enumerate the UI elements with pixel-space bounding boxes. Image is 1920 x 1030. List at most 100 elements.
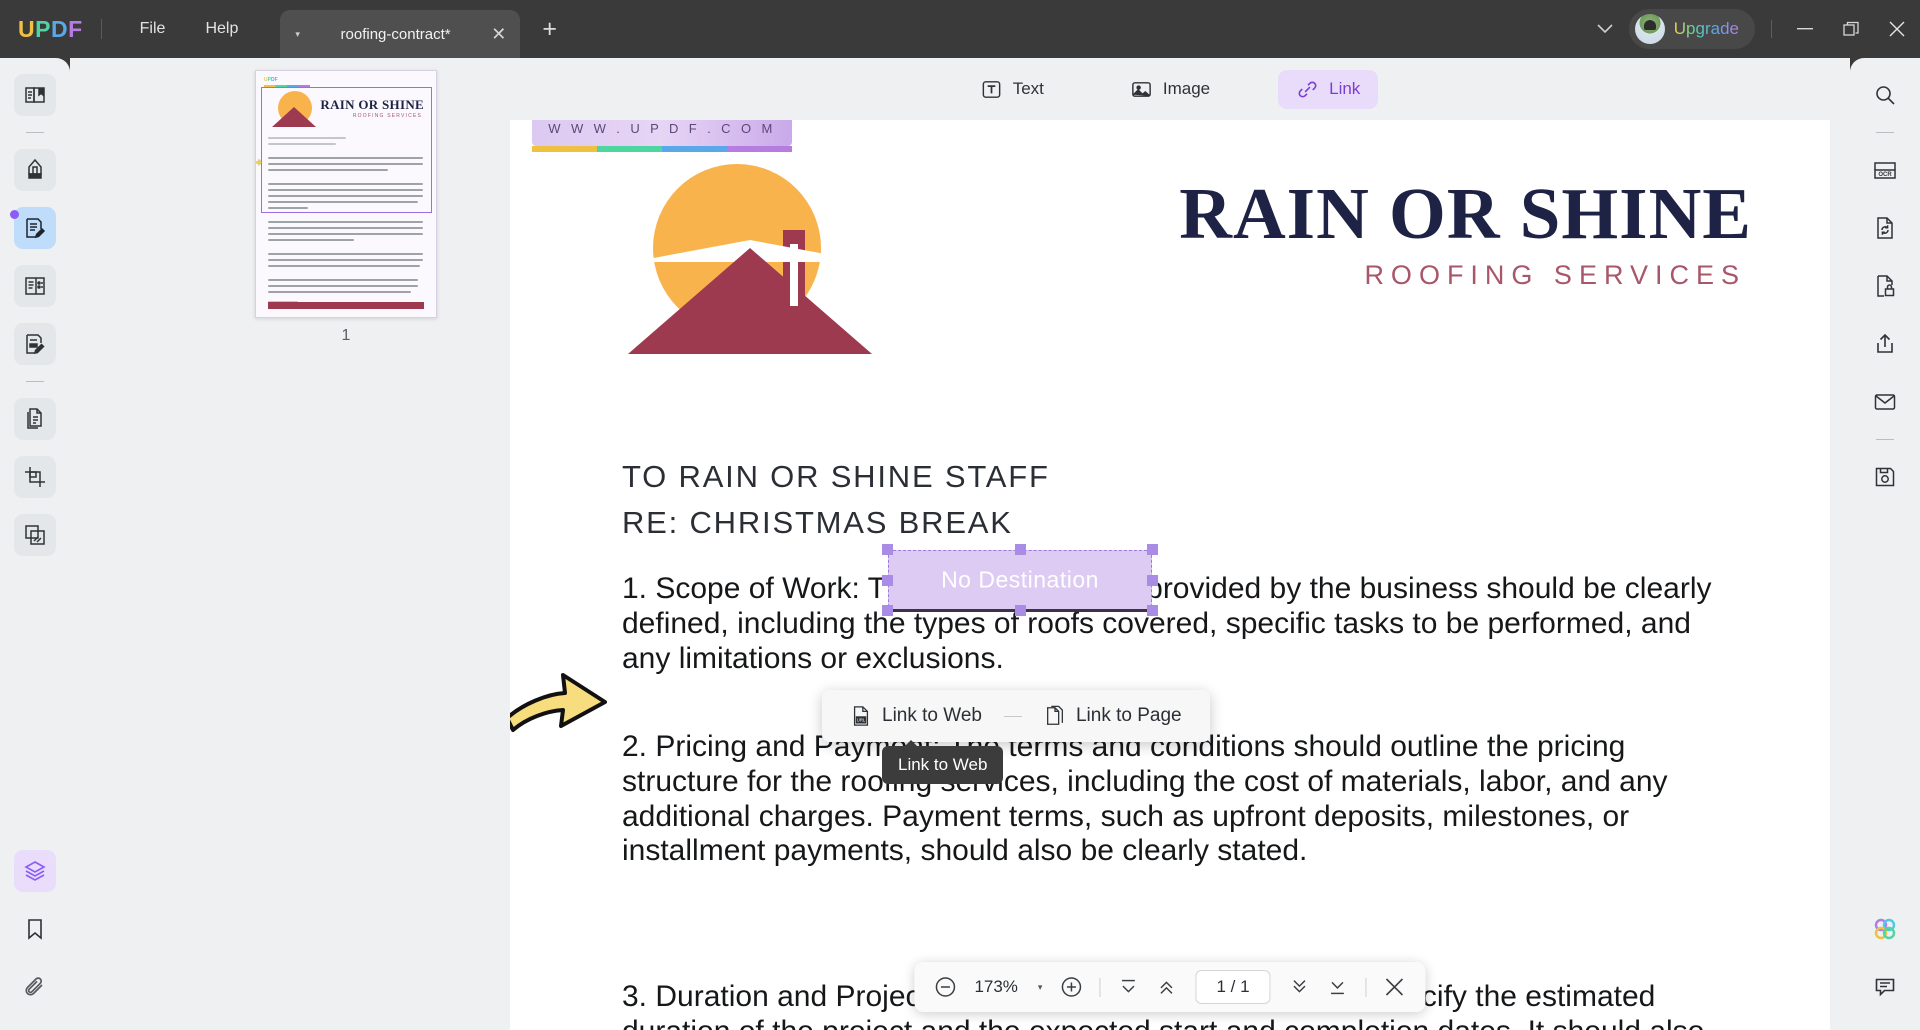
- sidebar-item-annotate[interactable]: [14, 149, 56, 191]
- chevron-down-icon[interactable]: [1581, 24, 1629, 34]
- sidebar-item-bookmarks[interactable]: [14, 908, 56, 950]
- titlebar-right-group: Upgrade: [1581, 0, 1920, 58]
- brand-title: RAIN OR SHINE: [1179, 173, 1752, 254]
- zoom-in-button[interactable]: [1054, 970, 1088, 1004]
- window-close-button[interactable]: [1874, 0, 1920, 58]
- tab-link[interactable]: Link: [1278, 69, 1379, 109]
- link-context-menu: URL Link to Web Link to Page: [822, 690, 1210, 742]
- right-toolbar: OCR: [1850, 58, 1920, 1030]
- page-thumbnail[interactable]: UPDF RAIN OR SHINE ROOFING SERVICES: [255, 70, 437, 318]
- resize-handle-bottom-right[interactable]: [1147, 605, 1158, 616]
- brand-subtitle: ROOFING SERVICES: [1364, 260, 1746, 290]
- menu-divider: [1003, 715, 1022, 717]
- link-to-web-button[interactable]: URL Link to Web: [838, 699, 994, 733]
- svg-text:OCR: OCR: [1878, 172, 1892, 178]
- document-tab[interactable]: ▾ roofing-contract* ✕: [280, 10, 521, 58]
- resize-handle-top-right[interactable]: [1147, 544, 1158, 555]
- tab-image[interactable]: Image: [1112, 70, 1228, 109]
- sidebar-item-fill-sign[interactable]: [14, 323, 56, 365]
- sidebar-item-crop[interactable]: [14, 456, 56, 498]
- arrow-annotation[interactable]: [510, 660, 610, 738]
- thumbnail-arrow-annotation: ➞: [256, 153, 263, 171]
- thumbnail-text-line: [268, 265, 420, 268]
- last-page-button[interactable]: [1321, 970, 1355, 1004]
- resize-handle-top-left[interactable]: [882, 544, 893, 555]
- link-destination-label: No Destination: [941, 566, 1099, 593]
- thumbnail-logo: UPDF: [264, 77, 278, 83]
- logo-letter-f: F: [68, 15, 83, 42]
- tool-share[interactable]: [1864, 323, 1906, 365]
- tab-text[interactable]: Text: [962, 70, 1062, 109]
- thumbnail-text-line: [268, 137, 346, 140]
- thumbnail-text-line: [268, 285, 418, 288]
- resize-handle-bottom-center[interactable]: [1015, 605, 1026, 616]
- page-indicator-input[interactable]: 1 / 1: [1195, 970, 1271, 1004]
- sidebar-item-compare[interactable]: [14, 514, 56, 556]
- sidebar-item-organize-pages[interactable]: [14, 398, 56, 440]
- tab-link-label: Link: [1329, 79, 1361, 98]
- chevron-down-icon[interactable]: ▾: [1030, 982, 1051, 993]
- tool-convert[interactable]: [1864, 207, 1906, 249]
- thumbnail-page-number: 1: [341, 327, 351, 344]
- thumbnail-text-line: [268, 195, 423, 198]
- close-icon[interactable]: ✕: [491, 24, 506, 45]
- title-bar: U P D F File Help ▾ roofing-contract* ✕ …: [0, 0, 1920, 58]
- thumbnail-footer-bar: [268, 302, 424, 309]
- logo-letter-u: U: [18, 15, 36, 42]
- menu-help[interactable]: Help: [185, 14, 258, 44]
- menu-file[interactable]: File: [120, 14, 186, 44]
- close-zoombar-button[interactable]: [1378, 970, 1412, 1004]
- zoom-level-label[interactable]: 173%: [966, 977, 1025, 997]
- tool-search[interactable]: [1864, 74, 1906, 116]
- resize-handle-bottom-left[interactable]: [882, 605, 893, 616]
- next-page-button[interactable]: [1283, 970, 1317, 1004]
- sidebar-item-reader[interactable]: [14, 74, 56, 116]
- resize-handle-middle-right[interactable]: [1147, 575, 1158, 586]
- minimize-button[interactable]: [1782, 0, 1828, 58]
- thumbnail-text-line: [268, 259, 423, 262]
- link-to-page-button[interactable]: Link to Page: [1032, 699, 1194, 733]
- zoombar-divider: [1099, 977, 1101, 997]
- link-to-page-label: Link to Page: [1075, 705, 1182, 726]
- thumbnail-text-line: [268, 163, 423, 166]
- tool-protect[interactable]: [1864, 265, 1906, 307]
- thumbnail-roof-icon: [272, 107, 316, 127]
- tool-save[interactable]: [1864, 456, 1906, 498]
- thumbnail-item[interactable]: UPDF RAIN OR SHINE ROOFING SERVICES 1: [255, 70, 437, 345]
- sidebar-item-layers[interactable]: [14, 850, 56, 892]
- maximize-button[interactable]: [1828, 0, 1874, 58]
- app-body: UPDF RAIN OR SHINE ROOFING SERVICES 1 Te…: [0, 58, 1920, 1030]
- document-heading: TO RAIN OR SHINE STAFF RE: CHRISTMAS BRE…: [622, 454, 1050, 546]
- image-icon: [1130, 78, 1153, 101]
- toolbar-divider: [1876, 132, 1894, 133]
- sidebar-collapse-handle[interactable]: [10, 210, 19, 219]
- zoom-out-button[interactable]: [928, 970, 962, 1004]
- sidebar-item-attachments[interactable]: [14, 966, 56, 1008]
- thumbnail-text-line: [268, 189, 423, 192]
- sidebar-item-edit-pdf[interactable]: [14, 207, 56, 249]
- toolbar-divider: [26, 132, 44, 133]
- previous-page-button[interactable]: [1149, 970, 1183, 1004]
- roof-graphic: [628, 220, 928, 355]
- upgrade-button[interactable]: Upgrade: [1628, 9, 1755, 49]
- tool-ocr[interactable]: OCR: [1864, 149, 1906, 191]
- thumbnail-brand-subtitle: ROOFING SERVICES: [352, 113, 422, 119]
- resize-handle-middle-left[interactable]: [882, 575, 893, 586]
- thumbnail-text-line: [268, 227, 423, 230]
- paragraph-scope-of-work[interactable]: 1. Scope of Work: The roofing services p…: [622, 572, 1732, 676]
- tool-ai-assistant[interactable]: [1864, 908, 1906, 950]
- resize-handle-top-center[interactable]: [1015, 544, 1026, 555]
- toolbar-divider: [1876, 439, 1894, 440]
- link-selection-box[interactable]: No Destination: [882, 544, 1158, 616]
- new-tab-button[interactable]: +: [542, 15, 557, 44]
- tool-email[interactable]: [1864, 381, 1906, 423]
- thumbnail-brand-title: RAIN OR SHINE: [320, 97, 424, 112]
- url-file-icon: URL: [850, 705, 872, 727]
- pdf-page[interactable]: W W W . U P D F . C O M RAIN OR SHINE RO…: [510, 120, 1830, 1030]
- tool-comments[interactable]: [1864, 966, 1906, 1008]
- first-page-button[interactable]: [1111, 970, 1145, 1004]
- paragraph-pricing-and-payment[interactable]: 2. Pricing and Payment: The terms and co…: [622, 730, 1732, 869]
- avatar[interactable]: [1634, 14, 1665, 44]
- sidebar-item-page-layout[interactable]: [14, 265, 56, 307]
- logo-letter-f: F: [274, 77, 278, 83]
